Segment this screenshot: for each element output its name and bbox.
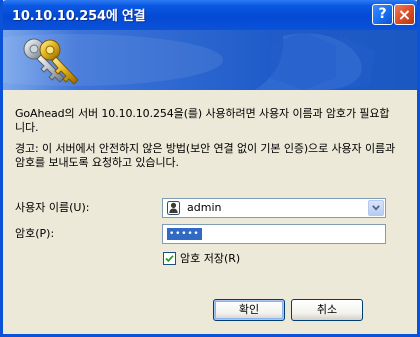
banner-graphic: [3, 30, 417, 90]
username-label: 사용자 이름(U):: [15, 201, 90, 214]
login-dialog: 10.10.10.254에 연결 ? × GoAhead의 서버 10.10.1…: [0, 0, 420, 337]
basic-auth-warning: 경고: 이 서버에서 안전하지 않은 방법(보안 연결 없이 기본 인증)으로 …: [15, 142, 396, 169]
ok-button[interactable]: 확인: [213, 299, 285, 321]
username-value: admin: [187, 201, 222, 214]
dialog-banner: [3, 30, 417, 90]
password-mask: •••••: [167, 228, 202, 240]
titlebar[interactable]: 10.10.10.254에 연결 ? ×: [3, 0, 417, 30]
cancel-button[interactable]: 취소: [291, 299, 363, 321]
help-button[interactable]: ?: [372, 4, 393, 25]
authentication-prompt: GoAhead의 서버 10.10.10.254을(를) 사용하려면 사용자 이…: [15, 107, 390, 134]
password-label: 암호(P):: [15, 227, 55, 240]
user-icon: [167, 201, 180, 215]
checkmark-icon: [165, 255, 174, 263]
username-combobox[interactable]: admin: [162, 198, 386, 218]
remember-password-label[interactable]: 암호 저장(R): [180, 252, 240, 266]
help-icon: ?: [378, 6, 387, 22]
remember-password-checkbox[interactable]: [163, 252, 176, 265]
password-input[interactable]: •••••: [162, 224, 386, 244]
window-title: 10.10.10.254에 연결: [12, 9, 146, 24]
close-icon: ×: [397, 5, 412, 24]
chevron-down-icon: [372, 205, 380, 211]
close-button[interactable]: ×: [394, 4, 415, 25]
username-dropdown-button[interactable]: [368, 200, 384, 216]
